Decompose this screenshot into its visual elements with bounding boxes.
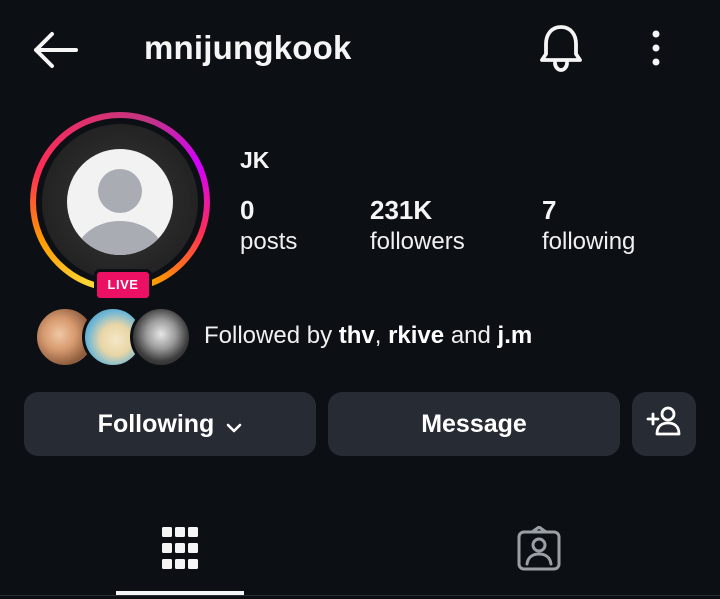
- stat-following[interactable]: 7 following: [542, 195, 635, 257]
- display-name: JK: [240, 147, 270, 173]
- add-user-button[interactable]: [632, 392, 696, 456]
- grid-icon: [162, 527, 198, 576]
- avatar: [130, 306, 192, 368]
- add-user-icon: [646, 405, 682, 444]
- following-count: 7: [542, 195, 557, 225]
- back-arrow-icon[interactable]: [30, 28, 80, 72]
- profile-screen: mnijungkook LIVE JK 0 posts 231K followe…: [0, 0, 720, 599]
- followed-by-text[interactable]: Followed by thv, rkive and j.m: [204, 320, 532, 352]
- tab-posts-grid[interactable]: [64, 520, 304, 599]
- posts-count: 0: [240, 195, 255, 225]
- live-badge: LIVE: [94, 269, 152, 301]
- default-avatar-icon: [67, 149, 173, 255]
- mutual-followers-avatars[interactable]: [34, 306, 192, 368]
- posts-label: posts: [240, 228, 298, 255]
- stat-posts[interactable]: 0 posts: [240, 195, 297, 257]
- followers-count: 231K: [370, 195, 433, 225]
- chevron-down-icon: [226, 412, 242, 441]
- profile-username: mnijungkook: [144, 29, 352, 66]
- bell-icon[interactable]: [538, 22, 584, 72]
- following-label: following: [542, 228, 636, 255]
- follower-name[interactable]: j.m: [498, 322, 533, 349]
- tab-tagged-photos[interactable]: [420, 520, 660, 599]
- follower-name[interactable]: rkive: [388, 322, 444, 349]
- following-button-label: Following: [97, 409, 215, 438]
- stat-followers[interactable]: 231K followers: [370, 195, 465, 257]
- tagged-photos-icon: [516, 525, 562, 577]
- profile-avatar[interactable]: LIVE: [30, 112, 210, 301]
- message-button-label: Message: [421, 409, 527, 438]
- more-vertical-icon[interactable]: [640, 28, 672, 68]
- followers-label: followers: [370, 228, 465, 255]
- message-button[interactable]: Message: [328, 392, 620, 456]
- follower-name[interactable]: thv: [339, 322, 375, 349]
- following-button[interactable]: Following: [24, 392, 316, 456]
- tab-divider: [0, 595, 720, 596]
